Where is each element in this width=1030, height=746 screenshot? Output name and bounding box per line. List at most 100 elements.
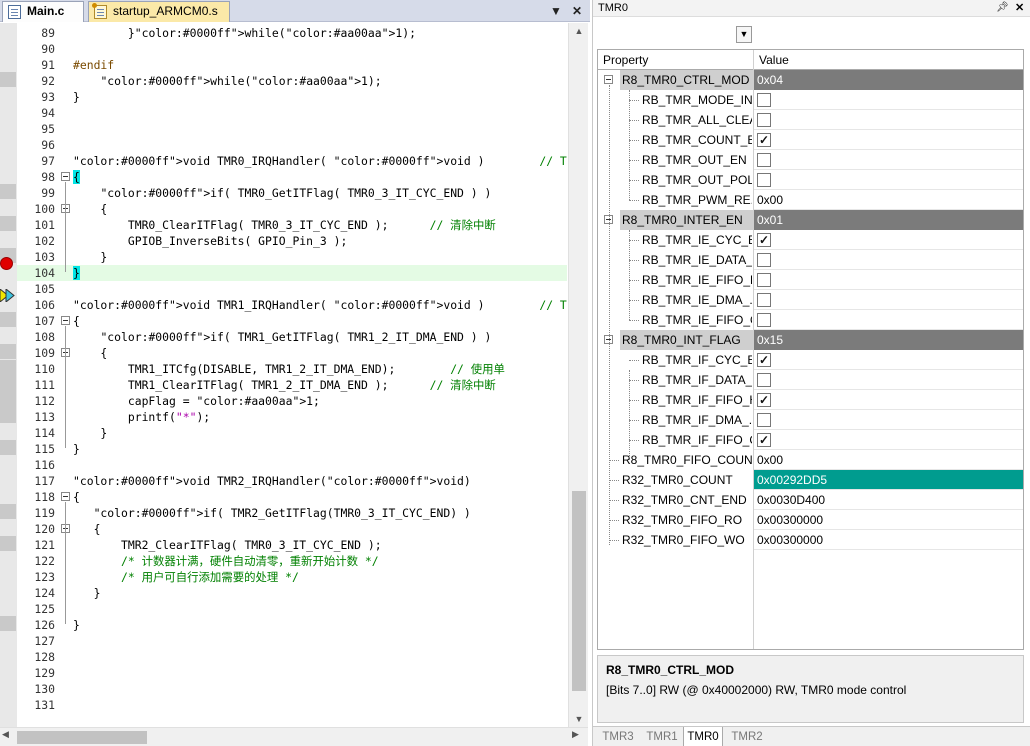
fold-toggle-icon[interactable] [61, 316, 70, 325]
code-line[interactable]: 109 { [17, 345, 567, 361]
property-value[interactable] [754, 170, 1023, 190]
horizontal-scrollbar[interactable]: ◀ ▶ [0, 727, 588, 746]
property-value[interactable]: ✓ [754, 350, 1023, 370]
code-line[interactable]: 103 } [17, 249, 567, 265]
code-line[interactable]: 124 } [17, 585, 567, 601]
register-row[interactable]: R32_TMR0_FIFO_RO 0x00300000 [598, 510, 1023, 530]
code-area[interactable]: 89 }"color:#0000ff">while("color:#aa00aa… [17, 23, 567, 727]
property-value[interactable]: 0x00 [754, 190, 1023, 210]
register-row[interactable]: R32_TMR0_CNT_END 0x0030D400 [598, 490, 1023, 510]
property-value[interactable]: ✓ [754, 390, 1023, 410]
code-line[interactable]: 131 [17, 697, 567, 713]
code-line[interactable]: 90 [17, 41, 567, 57]
register-row[interactable]: RB_TMR_IE_FIFO_HF [598, 270, 1023, 290]
tab-tmr1[interactable]: TMR1 [643, 727, 681, 746]
bit-checkbox[interactable] [757, 253, 771, 267]
code-line[interactable]: 93} [17, 89, 567, 105]
breakpoint-icon[interactable] [0, 257, 13, 270]
register-row[interactable]: RB_TMR_IE_DATA_... [598, 250, 1023, 270]
code-line[interactable]: 126} [17, 617, 567, 633]
property-value[interactable] [754, 110, 1023, 130]
bit-checkbox[interactable] [757, 293, 771, 307]
register-group-row[interactable]: R8_TMR0_CTRL_MOD 0x04 [598, 70, 1023, 90]
code-line[interactable]: 94 [17, 105, 567, 121]
vertical-scrollbar[interactable]: ▲ ▼ [568, 23, 588, 727]
code-line[interactable]: 127 [17, 633, 567, 649]
property-value[interactable] [754, 90, 1023, 110]
code-line[interactable]: 95 [17, 121, 567, 137]
code-line[interactable]: 101 TMR0_ClearITFlag( TMR0_3_IT_CYC_END … [17, 217, 567, 233]
bit-checkbox[interactable] [757, 413, 771, 427]
column-header-value[interactable]: Value [754, 50, 789, 70]
register-row[interactable]: RB_TMR_PWM_RE... 0x00 [598, 190, 1023, 210]
code-line[interactable]: 91 #endif [17, 57, 567, 73]
register-row[interactable]: RB_TMR_IE_CYC_E... ✓ [598, 230, 1023, 250]
scroll-up-icon[interactable]: ▲ [569, 23, 589, 39]
property-value[interactable]: 0x15 [754, 330, 1023, 350]
property-value[interactable]: ✓ [754, 130, 1023, 150]
code-line[interactable]: 112 capFlag = "color:#aa00aa">1; [17, 393, 567, 409]
scroll-down-icon[interactable]: ▼ [569, 711, 589, 727]
tab-tmr0[interactable]: TMR0 [683, 727, 723, 746]
property-value[interactable]: 0x00292DD5 [754, 470, 1023, 490]
bit-checkbox[interactable]: ✓ [757, 433, 771, 447]
bit-checkbox[interactable]: ✓ [757, 133, 771, 147]
register-row[interactable]: RB_TMR_OUT_POL... [598, 170, 1023, 190]
bit-checkbox[interactable] [757, 113, 771, 127]
property-value[interactable]: ✓ [754, 430, 1023, 450]
property-value[interactable] [754, 290, 1023, 310]
code-line[interactable]: 96 [17, 137, 567, 153]
register-row[interactable]: R32_TMR0_FIFO_WO 0x00300000 [598, 530, 1023, 550]
register-row[interactable]: RB_TMR_MODE_IN [598, 90, 1023, 110]
scroll-thumb[interactable] [572, 491, 586, 691]
register-row[interactable]: RB_TMR_IF_DMA_... [598, 410, 1023, 430]
property-value[interactable]: 0x04 [754, 70, 1023, 90]
dropdown-button[interactable]: ▼ [736, 26, 752, 43]
fold-toggle-icon[interactable] [61, 172, 70, 181]
code-line[interactable]: 130 [17, 681, 567, 697]
code-line[interactable]: 100 { [17, 201, 567, 217]
register-row[interactable]: R8_TMR0_FIFO_COUNT 0x00 [598, 450, 1023, 470]
tab-main-c[interactable]: Main.c [2, 1, 84, 22]
property-grid[interactable]: Property Value R8_TMR0_CTRL_MOD 0x04 RB_TM… [597, 49, 1024, 650]
register-row[interactable]: R32_TMR0_COUNT 0x00292DD5 [598, 470, 1023, 490]
scroll-thumb[interactable] [17, 731, 147, 744]
code-line[interactable]: 116 [17, 457, 567, 473]
property-value[interactable]: 0x00300000 [754, 530, 1023, 550]
register-row[interactable]: RB_TMR_OUT_EN [598, 150, 1023, 170]
code-line[interactable]: 125 [17, 601, 567, 617]
pin-icon[interactable]: 📌︎ [996, 0, 1009, 16]
code-line[interactable]: 106 "color:#0000ff">void TMR1_IRQHandler(… [17, 297, 567, 313]
code-editor[interactable]: Main.c startup_ARMCM0.s ▼ ✕ 89}"color:#… [0, 0, 590, 746]
scroll-right-icon[interactable]: ▶ [572, 729, 579, 740]
code-line[interactable]: 121 TMR2_ClearITFlag( TMR0_3_IT_CYC_END … [17, 537, 567, 553]
property-value[interactable] [754, 410, 1023, 430]
property-value[interactable]: ✓ [754, 230, 1023, 250]
property-value[interactable] [754, 310, 1023, 330]
code-line[interactable]: 120 { [17, 521, 567, 537]
code-line[interactable]: 129 [17, 665, 567, 681]
code-line[interactable]: 99 "color:#0000ff">if( TMR0_GetITFlag( T… [17, 185, 567, 201]
tab-startup-armcm0[interactable]: startup_ARMCM0.s [88, 1, 230, 22]
bit-checkbox[interactable]: ✓ [757, 353, 771, 367]
tab-tmr2[interactable]: TMR2 [727, 727, 767, 746]
code-line[interactable]: 128 [17, 649, 567, 665]
code-line[interactable]: 107 { [17, 313, 567, 329]
code-line[interactable]: 105 [17, 281, 567, 297]
code-line[interactable]: 89 }"color:#0000ff">while("color:#aa00aa… [17, 25, 567, 41]
code-line[interactable]: 92 "color:#0000ff">while("color:#aa00aa"… [17, 73, 567, 89]
collapse-icon[interactable] [604, 75, 613, 84]
bit-checkbox[interactable]: ✓ [757, 233, 771, 247]
register-group-row[interactable]: R8_TMR0_INT_FLAG 0x15 [598, 330, 1023, 350]
property-value[interactable]: 0x00300000 [754, 510, 1023, 530]
register-row[interactable]: RB_TMR_IF_DATA_... [598, 370, 1023, 390]
fold-toggle-icon[interactable] [61, 492, 70, 501]
code-line[interactable]: 102 GPIOB_InverseBits( GPIO_Pin_3 ); [17, 233, 567, 249]
code-line[interactable]: 104} [17, 265, 567, 281]
chevron-down-icon[interactable]: ▼ [548, 3, 564, 19]
code-line[interactable]: 110 TMR1_ITCfg(DISABLE, TMR1_2_IT_DMA_EN… [17, 361, 567, 377]
property-value[interactable]: 0x0030D400 [754, 490, 1023, 510]
property-value[interactable] [754, 270, 1023, 290]
margin-gutter[interactable] [0, 23, 17, 727]
bit-checkbox[interactable] [757, 373, 771, 387]
